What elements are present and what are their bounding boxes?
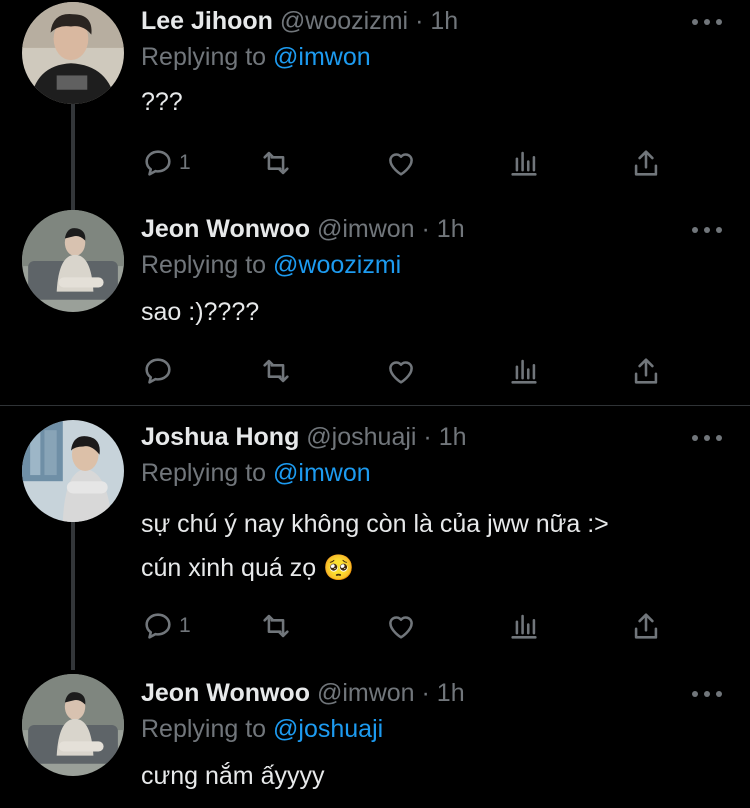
replying-to: Replying to @imwon xyxy=(141,458,371,488)
tweet-text: ??? xyxy=(141,80,183,124)
analytics-button[interactable] xyxy=(507,353,541,389)
reply-button[interactable]: 1 xyxy=(141,608,191,644)
display-name[interactable]: Jeon Wonwoo xyxy=(141,679,310,707)
separator-dot: · xyxy=(423,423,432,451)
tweet-header: Jeon Wonwoo @imwon · 1h xyxy=(141,214,465,244)
retweet-icon xyxy=(263,359,289,383)
analytics-button[interactable] xyxy=(507,145,541,181)
replying-to: Replying to @imwon xyxy=(141,42,371,72)
reply-icon xyxy=(145,358,171,384)
analytics-icon xyxy=(511,359,537,384)
tweet-header: Jeon Wonwoo @imwon · 1h xyxy=(141,678,465,708)
tweet-jeon-wonwoo-2[interactable]: Jeon Wonwoo @imwon · 1h Replying to @jos… xyxy=(0,672,750,808)
tweet-jeon-wonwoo[interactable]: Jeon Wonwoo @imwon · 1h Replying to @woo… xyxy=(0,208,750,404)
reply-button[interactable]: 1 xyxy=(141,145,191,181)
replying-to: Replying to @joshuaji xyxy=(141,714,383,744)
divider xyxy=(0,405,750,406)
avatar[interactable] xyxy=(22,2,124,104)
replying-prefix: Replying to xyxy=(141,43,267,71)
mention-link[interactable]: @imwon xyxy=(273,459,371,487)
display-name[interactable]: Joshua Hong xyxy=(141,423,299,451)
avatar-photo-icon xyxy=(22,420,124,522)
more-options-icon[interactable] xyxy=(692,688,722,700)
replying-prefix: Replying to xyxy=(141,715,267,743)
avatar[interactable] xyxy=(22,420,124,522)
avatar-photo-icon xyxy=(22,2,124,104)
replying-to: Replying to @woozizmi xyxy=(141,250,401,280)
tweet-text-line: sự chú ý nay không còn là của jww nữa :> xyxy=(141,510,609,538)
reply-icon xyxy=(145,150,171,176)
user-handle[interactable]: @imwon xyxy=(317,679,415,707)
separator-dot: · xyxy=(421,215,430,243)
replying-prefix: Replying to xyxy=(141,251,267,279)
tweet-text: sao :)???? xyxy=(141,290,259,334)
tweet-lee-jihoon[interactable]: Lee Jihoon @woozizmi · 1h Replying to @i… xyxy=(0,0,750,200)
tweet-joshua-hong[interactable]: Joshua Hong @joshuaji · 1h Replying to @… xyxy=(0,416,750,666)
avatar-photo-icon xyxy=(22,674,124,776)
timestamp[interactable]: 1h xyxy=(437,679,465,707)
reply-count: 1 xyxy=(179,151,191,174)
mention-link[interactable]: @woozizmi xyxy=(273,251,401,279)
action-bar: 1 xyxy=(141,608,681,644)
mention-link[interactable]: @imwon xyxy=(273,43,371,71)
display-name[interactable]: Jeon Wonwoo xyxy=(141,215,310,243)
share-button[interactable] xyxy=(629,608,663,644)
tweet-text: sự chú ý nay không còn là của jww nữa :>… xyxy=(141,502,609,590)
like-button[interactable] xyxy=(384,608,418,644)
avatar[interactable] xyxy=(22,674,124,776)
tweet-text: cưng nắm ấyyyy xyxy=(141,754,324,798)
action-bar xyxy=(141,353,681,389)
share-button[interactable] xyxy=(629,353,663,389)
tweet-text-line: cún xinh quá zọ 🥺 xyxy=(141,554,355,582)
share-icon xyxy=(634,358,658,384)
display-name[interactable]: Lee Jihoon xyxy=(141,7,273,35)
analytics-icon xyxy=(511,614,537,639)
retweet-button[interactable] xyxy=(259,353,293,389)
retweet-icon xyxy=(263,151,289,175)
user-handle[interactable]: @imwon xyxy=(317,215,415,243)
like-button[interactable] xyxy=(384,145,418,181)
retweet-icon xyxy=(263,614,289,638)
separator-dot: · xyxy=(415,7,424,35)
like-icon xyxy=(389,153,413,176)
retweet-button[interactable] xyxy=(259,608,293,644)
share-button[interactable] xyxy=(629,145,663,181)
analytics-icon xyxy=(511,151,537,176)
timestamp[interactable]: 1h xyxy=(430,7,458,35)
tweet-header: Joshua Hong @joshuaji · 1h xyxy=(141,422,467,452)
share-icon xyxy=(634,150,658,176)
tweet-text-line: sao :)???? xyxy=(141,298,260,326)
separator-dot: · xyxy=(421,679,430,707)
share-icon xyxy=(634,613,658,639)
analytics-button[interactable] xyxy=(507,608,541,644)
timestamp[interactable]: 1h xyxy=(437,215,465,243)
retweet-button[interactable] xyxy=(259,145,293,181)
reply-button[interactable] xyxy=(141,353,179,389)
like-button[interactable] xyxy=(384,353,418,389)
more-options-icon[interactable] xyxy=(692,432,722,444)
action-bar: 1 xyxy=(141,145,681,181)
user-handle[interactable]: @woozizmi xyxy=(280,7,408,35)
avatar-photo-icon xyxy=(22,210,124,312)
more-options-icon[interactable] xyxy=(692,16,722,28)
user-handle[interactable]: @joshuaji xyxy=(306,423,416,451)
reply-icon xyxy=(145,613,171,639)
mention-link[interactable]: @joshuaji xyxy=(273,715,383,743)
tweet-text-line: ??? xyxy=(141,88,183,116)
tweet-header: Lee Jihoon @woozizmi · 1h xyxy=(141,6,458,36)
like-icon xyxy=(389,616,413,639)
reply-count: 1 xyxy=(179,614,191,637)
tweet-text-line: cưng nắm ấyyyy xyxy=(141,762,325,790)
replying-prefix: Replying to xyxy=(141,459,267,487)
more-options-icon[interactable] xyxy=(692,224,722,236)
timestamp[interactable]: 1h xyxy=(439,423,467,451)
avatar[interactable] xyxy=(22,210,124,312)
like-icon xyxy=(389,361,413,384)
